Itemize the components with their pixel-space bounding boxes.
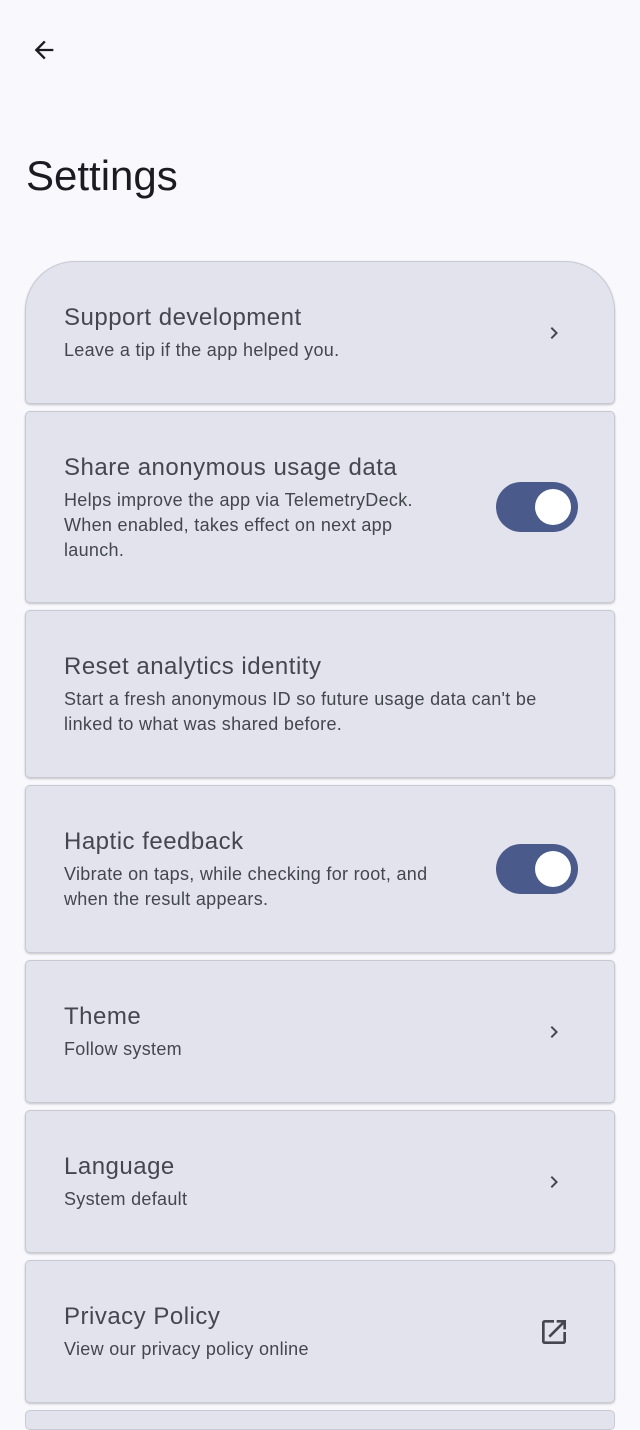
privacy-policy-title: Privacy Policy xyxy=(64,1303,221,1330)
chevron-right-icon xyxy=(550,1025,558,1038)
chevron-right-icon xyxy=(550,326,558,339)
chevron-right-icon xyxy=(550,1175,558,1188)
toggle-thumb xyxy=(535,489,571,525)
haptic-feedback-subtitle: Vibrate on taps, while checking for root… xyxy=(64,864,428,909)
next-settings-item[interactable] xyxy=(25,1410,615,1430)
reset-analytics-identity-subtitle: Start a fresh anonymous ID so future usa… xyxy=(64,689,537,734)
arrow-back-icon xyxy=(34,40,54,60)
reset-analytics-identity-title: Reset analytics identity xyxy=(64,653,322,680)
back-button[interactable] xyxy=(22,28,66,72)
support-development-subtitle: Leave a tip if the app helped you. xyxy=(64,340,340,360)
theme-item[interactable]: Theme Follow system xyxy=(25,960,615,1103)
language-item[interactable]: Language System default xyxy=(25,1110,615,1253)
support-development-item[interactable]: Support development Leave a tip if the a… xyxy=(25,261,615,404)
language-subtitle: System default xyxy=(64,1189,188,1209)
theme-title: Theme xyxy=(64,1003,142,1030)
privacy-policy-item[interactable]: Privacy Policy View our privacy policy o… xyxy=(25,1260,615,1403)
support-development-title: Support development xyxy=(64,304,302,331)
open-in-new-icon xyxy=(542,1319,566,1344)
language-title: Language xyxy=(64,1153,175,1180)
reset-analytics-identity-item[interactable]: Reset analytics identity Start a fresh a… xyxy=(25,610,615,778)
share-usage-data-toggle[interactable] xyxy=(496,482,578,532)
settings-list: Support development Leave a tip if the a… xyxy=(25,261,615,1410)
privacy-policy-subtitle: View our privacy policy online xyxy=(64,1339,309,1359)
toggle-thumb xyxy=(535,851,571,887)
share-usage-data-item[interactable]: Share anonymous usage data Helps improve… xyxy=(25,411,615,603)
haptic-feedback-title: Haptic feedback xyxy=(64,828,244,855)
theme-subtitle: Follow system xyxy=(64,1039,182,1059)
haptic-feedback-item[interactable]: Haptic feedback Vibrate on taps, while c… xyxy=(25,785,615,953)
haptic-feedback-toggle[interactable] xyxy=(496,844,578,894)
share-usage-data-title: Share anonymous usage data xyxy=(64,453,398,481)
page-title: Settings xyxy=(26,152,178,199)
share-usage-data-subtitle: Helps improve the app via TelemetryDeck.… xyxy=(64,489,413,560)
